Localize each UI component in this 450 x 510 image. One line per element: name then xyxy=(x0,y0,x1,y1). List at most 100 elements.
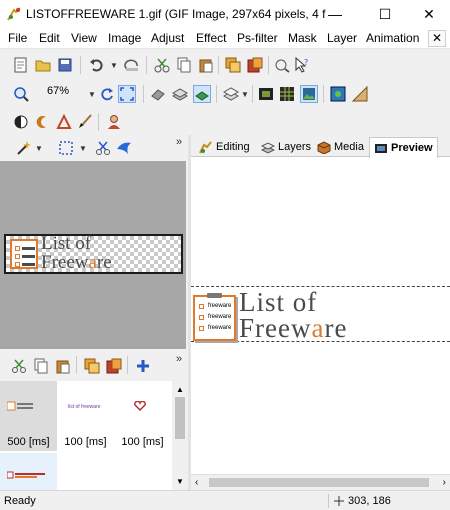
menu-file[interactable]: File xyxy=(8,31,27,45)
paste-icon[interactable] xyxy=(198,57,214,73)
eraser-icon[interactable] xyxy=(150,86,166,102)
help-pointer-icon[interactable]: ? xyxy=(294,57,310,73)
frame-1-delay: 500 [ms] xyxy=(7,436,50,448)
frame-3-thumbnail xyxy=(134,401,146,411)
close-button[interactable]: ✕ xyxy=(406,0,450,28)
scroll-down-icon[interactable]: ▼ xyxy=(176,477,184,486)
menu-image[interactable]: Image xyxy=(108,31,141,45)
minimize-button[interactable]: — xyxy=(312,0,358,28)
duplicate-icon[interactable] xyxy=(225,57,241,73)
tab-layers[interactable]: Layers xyxy=(257,137,315,157)
tab-preview[interactable]: Preview xyxy=(369,137,438,158)
user-icon[interactable] xyxy=(106,114,122,130)
collapse-left-icon[interactable]: » xyxy=(176,136,182,148)
hscroll-thumb[interactable] xyxy=(209,478,429,487)
menu-ps-filter[interactable]: Ps-filter xyxy=(237,31,278,45)
menu-adjust[interactable]: Adjust xyxy=(151,31,184,45)
frame-cut-icon[interactable] xyxy=(11,358,27,374)
bird-icon[interactable] xyxy=(116,140,132,156)
zoom-icon[interactable] xyxy=(13,86,29,102)
image-view-icon[interactable] xyxy=(330,86,346,102)
contrast-icon[interactable] xyxy=(13,114,29,130)
menu-animation[interactable]: Animation xyxy=(366,31,419,45)
menu-layer[interactable]: Layer xyxy=(327,31,357,45)
select-dropdown-icon[interactable]: ▼ xyxy=(79,144,87,153)
fit-window-icon[interactable] xyxy=(118,85,136,103)
frames-scrollbar[interactable]: ▲ ▼ xyxy=(172,381,188,490)
scissors-icon[interactable] xyxy=(95,140,111,156)
undo-dropdown-icon[interactable]: ▼ xyxy=(110,61,118,70)
preview-hscrollbar[interactable]: ‹ › xyxy=(191,474,450,490)
menu-mask[interactable]: Mask xyxy=(288,31,317,45)
scroll-left-icon[interactable]: ‹ xyxy=(195,477,198,488)
zoom-refresh-icon[interactable] xyxy=(99,86,115,102)
scroll-thumb[interactable] xyxy=(175,397,185,439)
toolbar-main: ▼ ? xyxy=(0,52,450,78)
paste-new-icon[interactable] xyxy=(247,57,263,73)
media-icon xyxy=(317,140,331,154)
save-icon[interactable] xyxy=(57,57,73,73)
image-thumbnail: List of Freeware xyxy=(4,234,183,274)
badge-label-2: freeware xyxy=(208,314,232,320)
open-folder-icon[interactable] xyxy=(35,57,51,73)
ruler-icon[interactable] xyxy=(352,86,368,102)
toolbar-view: 67% ▼ ▼ xyxy=(0,80,450,108)
menu-effect[interactable]: Effect xyxy=(196,31,226,45)
select-rect-icon[interactable] xyxy=(58,140,74,156)
minimize-icon: — xyxy=(328,6,342,22)
frame-4[interactable] xyxy=(0,453,57,490)
tab-editing[interactable]: Editing xyxy=(195,137,254,157)
frame-new-icon[interactable] xyxy=(106,358,122,374)
layer-dropdown-icon[interactable]: ▼ xyxy=(241,90,249,99)
scroll-up-icon[interactable]: ▲ xyxy=(176,385,184,394)
frame-paste-icon[interactable] xyxy=(55,358,71,374)
crosshair-icon xyxy=(334,496,344,506)
editing-icon xyxy=(199,140,212,153)
add-frame-icon[interactable] xyxy=(135,358,151,374)
layer-stack-icon[interactable] xyxy=(223,86,239,102)
undo-icon[interactable] xyxy=(89,57,105,73)
frame-duplicate-icon[interactable] xyxy=(84,358,100,374)
frame-2[interactable]: list of freeware 100 [ms] xyxy=(57,381,114,451)
redo-icon[interactable] xyxy=(124,57,140,73)
filmstrip-icon[interactable] xyxy=(258,86,274,102)
magic-wand-icon[interactable] xyxy=(16,140,32,156)
navigator-canvas[interactable]: List of Freeware xyxy=(0,161,186,349)
frame-1[interactable]: 500 [ms] xyxy=(0,381,57,451)
menu-view[interactable]: View xyxy=(71,31,97,45)
cut-icon[interactable] xyxy=(154,57,170,73)
collapse-frames-icon[interactable]: » xyxy=(176,353,182,365)
app-icon xyxy=(7,7,21,21)
status-text: Ready xyxy=(4,495,36,507)
frame-4-thumbnail xyxy=(7,471,45,479)
copy-icon[interactable] xyxy=(176,57,192,73)
badge-label-1: freeware xyxy=(208,303,232,309)
layer-icon[interactable] xyxy=(172,86,188,102)
grid-icon[interactable] xyxy=(279,86,295,102)
tab-layers-label: Layers xyxy=(278,141,312,153)
badge-label-3: freeware xyxy=(208,325,232,331)
frame-copy-icon[interactable] xyxy=(33,358,49,374)
tab-media[interactable]: Media xyxy=(313,137,368,157)
menu-edit[interactable]: Edit xyxy=(39,31,60,45)
zoom-level[interactable]: 67% xyxy=(47,85,69,97)
navigator-toolbar: ▼ ▼ » xyxy=(0,135,188,160)
brush-icon[interactable] xyxy=(77,114,93,130)
zoom-dropdown-icon[interactable]: ▼ xyxy=(88,90,96,99)
new-file-icon[interactable] xyxy=(13,57,29,73)
frame-2-thumbnail: list of freeware xyxy=(68,404,101,410)
scroll-right-icon[interactable]: › xyxy=(443,477,446,488)
preview-logo-icon: freeware freeware freeware xyxy=(193,293,236,341)
frame-3[interactable]: 100 [ms] xyxy=(114,381,171,451)
document-close-button[interactable]: ✕ xyxy=(428,30,446,47)
wand-dropdown-icon[interactable]: ▼ xyxy=(35,144,43,153)
preview-canvas[interactable]: freeware freeware freeware List of Freew… xyxy=(191,158,450,472)
picture-icon[interactable] xyxy=(300,85,318,103)
thumb-text-line2: Freeware xyxy=(41,252,112,273)
triangle-tool-icon[interactable] xyxy=(56,114,72,130)
layer-active-icon[interactable] xyxy=(193,85,211,103)
hand-tool-icon[interactable] xyxy=(275,57,291,73)
crescent-icon[interactable] xyxy=(35,114,51,130)
cursor-coordinates: 303, 186 xyxy=(348,495,391,507)
maximize-button[interactable]: ☐ xyxy=(362,0,408,28)
